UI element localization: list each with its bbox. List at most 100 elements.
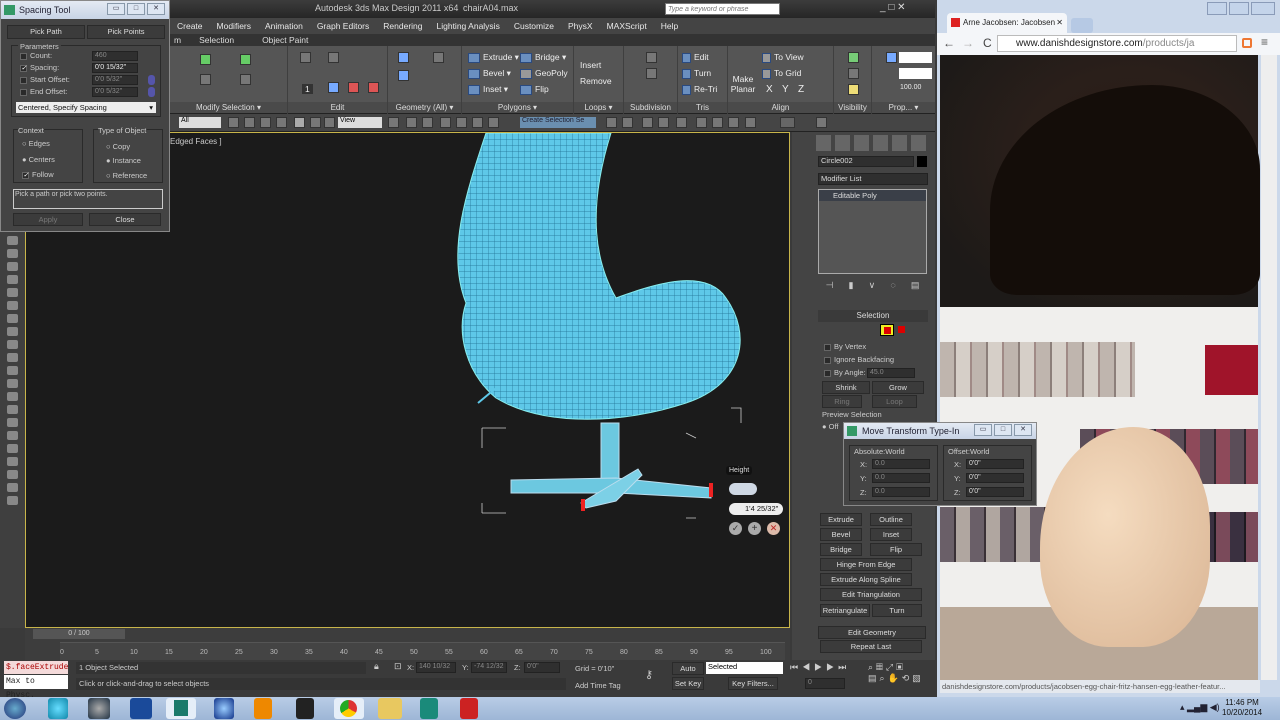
tool-icon[interactable] xyxy=(7,483,18,492)
count-checkbox[interactable]: Count: xyxy=(20,51,52,60)
by-angle-checkbox[interactable]: By Angle: xyxy=(824,368,866,377)
render-production-icon[interactable] xyxy=(816,117,827,128)
graphite-icon[interactable] xyxy=(658,117,669,128)
light-swatch[interactable] xyxy=(899,68,932,79)
taskbar-autocad-icon[interactable] xyxy=(460,698,478,719)
copy-radio[interactable]: ○ Copy xyxy=(106,142,130,151)
new-tab-button[interactable] xyxy=(1071,18,1093,33)
rotate-icon[interactable] xyxy=(310,117,321,128)
forward-icon[interactable]: → xyxy=(962,36,974,50)
polygon-subobject-icon[interactable] xyxy=(880,324,894,336)
reference-coord-dropdown[interactable]: View xyxy=(338,117,382,128)
percent-snap-icon[interactable] xyxy=(472,117,483,128)
menu-graph-editors[interactable]: Graph Editors xyxy=(310,21,376,31)
turn-button[interactable]: Turn xyxy=(682,68,711,79)
close-tab-icon[interactable]: ✕ xyxy=(1056,13,1063,33)
display-tab-icon[interactable] xyxy=(892,135,907,151)
key-icon[interactable]: ⚷ xyxy=(645,668,653,681)
to-grid-button[interactable]: To Grid xyxy=(762,68,801,79)
maxscript-input[interactable]: Max to Physc. xyxy=(4,675,68,700)
caddy-apply-icon[interactable]: + xyxy=(748,522,761,535)
bridge-button[interactable]: Bridge ▾ xyxy=(520,52,566,63)
inset-button[interactable]: Inset ▾ xyxy=(468,84,508,95)
tab-freeform[interactable]: m xyxy=(170,35,185,45)
menu-lighting-analysis[interactable]: Lighting Analysis xyxy=(430,21,507,31)
tool-icon[interactable] xyxy=(7,262,18,271)
render-setup-icon[interactable] xyxy=(728,117,739,128)
edit-geometry-rollout-header[interactable]: Edit Geometry xyxy=(818,626,926,639)
curve-editor-icon[interactable] xyxy=(676,117,687,128)
cut-icon[interactable] xyxy=(328,82,339,93)
extension-icon[interactable] xyxy=(1242,38,1252,48)
tool-icon[interactable] xyxy=(7,301,18,310)
create-icon[interactable] xyxy=(398,52,409,63)
menu-icon[interactable]: ≡ xyxy=(1261,35,1268,49)
spacing-checkbox[interactable]: ✓ Spacing: xyxy=(20,63,59,72)
render-frame-icon[interactable] xyxy=(745,117,756,128)
tool-icon[interactable] xyxy=(7,379,18,388)
grow-button[interactable]: Grow xyxy=(872,381,924,394)
playback-controls[interactable]: ⏮◀▶▶⏭ xyxy=(790,662,850,673)
taskbar-chrome-icon[interactable] xyxy=(334,698,364,719)
collapse-icon[interactable] xyxy=(433,52,444,63)
geopoly-button[interactable]: GeoPoly xyxy=(520,68,568,79)
inset-button[interactable]: Inset xyxy=(870,528,912,541)
align-y-button[interactable]: Y xyxy=(782,84,789,95)
color-swatch[interactable] xyxy=(899,52,932,63)
tool-icon[interactable] xyxy=(7,288,18,297)
hierarchy-tab-icon[interactable] xyxy=(854,135,869,151)
maximize-button[interactable]: □ xyxy=(127,3,145,15)
absolute-x-spinner[interactable]: 0.0 xyxy=(872,459,930,469)
element-subobject-icon[interactable] xyxy=(898,326,905,333)
window-crossing-icon[interactable] xyxy=(276,117,287,128)
dialog-title-bar[interactable]: Move Transform Type-In ▭ □ ✕ xyxy=(844,423,1036,439)
lock-icon[interactable]: 🔒︎ xyxy=(374,661,379,672)
taskbar-inkscape-icon[interactable] xyxy=(296,698,314,719)
loop-icon[interactable] xyxy=(240,74,251,85)
loop-button[interactable]: Loop xyxy=(872,395,917,408)
scale-icon[interactable] xyxy=(324,117,335,128)
attach-icon[interactable] xyxy=(398,70,409,81)
select-object-icon[interactable] xyxy=(228,117,239,128)
menu-customize[interactable]: Customize xyxy=(507,21,561,31)
menu-create[interactable]: Create xyxy=(170,21,210,31)
pivot-icon[interactable] xyxy=(388,117,399,128)
motion-tab-icon[interactable] xyxy=(873,135,888,151)
repeat-icon[interactable] xyxy=(300,52,311,63)
count-spinner[interactable]: 460 xyxy=(92,51,138,61)
modify-tab-icon[interactable] xyxy=(835,135,850,151)
tool-icon[interactable] xyxy=(7,457,18,466)
end-offset-checkbox[interactable]: End Offset: xyxy=(20,87,67,96)
selection-rollout-header[interactable]: Selection xyxy=(818,310,928,322)
opacity-spinner[interactable]: 100.00 xyxy=(900,84,921,91)
edit-triangulation-button[interactable]: Edit Triangulation xyxy=(820,588,922,601)
insert-loop-button[interactable]: Insert xyxy=(580,60,601,70)
start-offset-checkbox[interactable]: Start Offset: xyxy=(20,75,70,84)
angle-spinner[interactable]: 45.0 xyxy=(867,368,915,378)
edit-spinner[interactable]: 1 xyxy=(302,84,313,94)
page-scrollbar[interactable] xyxy=(1261,55,1277,680)
edit-tri-button[interactable]: Edit xyxy=(682,52,709,63)
pick-path-button[interactable]: Pick Path xyxy=(7,25,85,39)
minimize-button[interactable]: ▭ xyxy=(974,424,992,436)
tool-icon[interactable] xyxy=(7,444,18,453)
set-key-button[interactable]: Set Key xyxy=(672,677,704,690)
maximize-button[interactable]: □ xyxy=(994,424,1012,436)
key-filters-button[interactable]: Key Filters... xyxy=(728,677,778,690)
chair-shell[interactable] xyxy=(457,133,741,420)
close-button[interactable] xyxy=(1251,2,1275,15)
browser-tab[interactable]: Arne Jacobsen: Jacobsen ✕ xyxy=(947,13,1067,33)
extrude-button[interactable]: Extrude ▾ xyxy=(468,52,519,63)
keyboard-shortcut-icon[interactable] xyxy=(422,117,433,128)
add-time-tag[interactable]: Add Time Tag xyxy=(575,681,621,690)
tool-icon[interactable] xyxy=(7,418,18,427)
tool-icon[interactable] xyxy=(7,314,18,323)
pick-points-button[interactable]: Pick Points xyxy=(87,25,165,39)
to-view-button[interactable]: To View xyxy=(762,52,804,63)
align-icon[interactable] xyxy=(622,117,633,128)
menu-rendering[interactable]: Rendering xyxy=(376,21,429,31)
retriangulate-button[interactable]: Retriangulate xyxy=(820,604,870,617)
remove-modifier-icon[interactable]: ◌ xyxy=(890,280,895,290)
menu-help[interactable]: Help xyxy=(654,21,685,31)
grow-icon[interactable] xyxy=(200,54,211,65)
